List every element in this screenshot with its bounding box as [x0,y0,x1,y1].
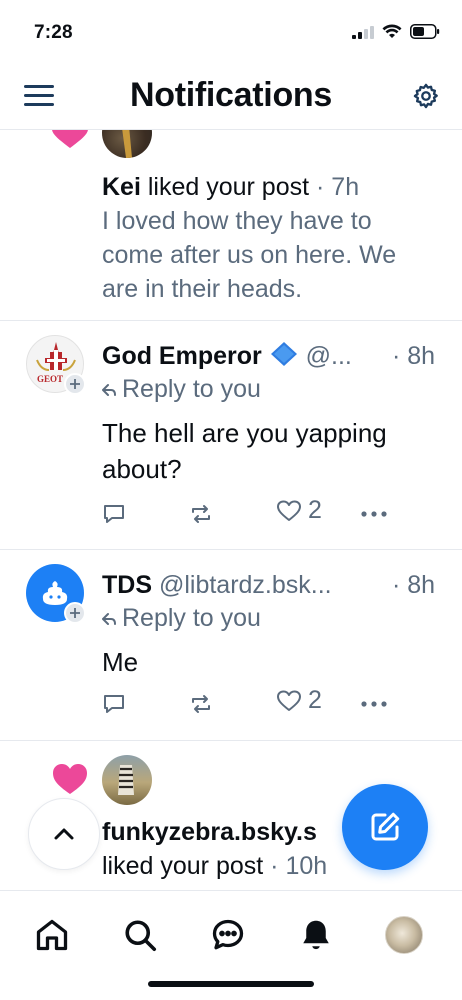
notification-action: liked your post · 10h [102,849,327,883]
heart-icon [53,764,87,794]
repost-button[interactable] [188,692,214,716]
scroll-to-top-button[interactable] [28,798,100,870]
plus-icon [70,608,80,618]
reply-to[interactable]: Reply to you [102,375,261,404]
cellular-signal-icon [352,25,374,39]
post-actions: 2 [0,686,462,722]
nav-home[interactable] [30,913,74,957]
compose-button[interactable] [342,784,428,870]
separator: · [392,342,401,370]
repost-icon [192,695,210,713]
gear-icon [413,83,438,109]
heart-outline-icon [277,500,301,521]
nav-profile[interactable] [382,913,426,957]
comment-icon [104,505,124,523]
action-text: liked your post [102,852,264,880]
user-handle: @libtardz.bsk... [158,571,332,599]
like-button[interactable]: 2 [276,496,322,525]
post-body-line: The hell are you yapping [102,418,387,448]
post-preview[interactable]: I loved how they have to come after us o… [102,204,452,306]
post-body[interactable]: The hell are you yapping about? [102,415,452,487]
like-button[interactable]: 2 [276,686,322,715]
post-actions: 2 [0,496,462,532]
notification-header: God Emperor @... [102,339,442,376]
home-icon [36,919,68,951]
home-indicator [148,981,314,987]
notification-header: Kei liked your post · 7h [102,170,359,204]
notification-item[interactable]: GEOT God Emperor @... · 8h Reply to you … [0,321,462,549]
post-preview-line: come after us on here. We [102,241,397,269]
timestamp-group: · 8h [392,568,435,602]
more-button[interactable] [360,700,388,708]
page-title: Notifications [130,76,332,114]
more-button[interactable] [360,510,388,518]
nav-chat[interactable] [206,913,250,957]
verified-badge-icon [269,341,299,376]
action-text: liked your post [147,173,310,201]
repost-icon [192,505,210,523]
user-name[interactable]: TDS [102,571,152,599]
avatar[interactable] [102,755,152,805]
search-icon [125,920,157,952]
user-name[interactable]: Kei [102,173,141,201]
post-body-line: about? [102,454,182,484]
reply-arrow-icon [102,612,116,625]
follow-badge[interactable] [64,373,86,395]
notification-header: TDS @libtardz.bsk... [102,568,382,602]
separator: · [270,852,279,880]
post-preview-line: I loved how they have to [102,207,372,235]
separator: · [392,571,401,599]
separator: · [316,173,325,201]
post-preview-line: are in their heads. [102,275,303,303]
comment-button[interactable] [102,692,126,716]
status-bar: 7:28 [0,0,462,62]
notification-header: funkyzebra.bsky.s [102,815,352,849]
timestamp: 8h [407,571,436,599]
status-time: 7:28 [34,22,73,43]
chat-icon [212,919,244,950]
reply-to-label: Reply to you [122,604,261,632]
like-count: 2 [308,686,322,714]
comment-button[interactable] [102,502,126,526]
timestamp: 10h [285,852,328,880]
battery-icon [410,24,440,39]
user-name[interactable]: God Emperor [102,342,262,370]
repost-button[interactable] [188,502,214,526]
comment-icon [104,695,124,713]
notification-item[interactable]: Kei liked your post · 7h I loved how the… [0,130,462,320]
chevron-up-icon [54,828,74,840]
avatar-text: GEOT [37,374,64,384]
reply-arrow-icon [102,383,116,396]
like-count: 2 [308,496,322,524]
post-body-line: Me [102,647,139,677]
wifi-icon [382,24,402,38]
nav-notifications[interactable] [294,913,338,957]
user-name[interactable]: funkyzebra.bsky.s [102,818,317,846]
plus-icon [70,379,80,389]
more-icon [361,701,387,707]
timestamp: 7h [331,173,360,201]
reply-to-label: Reply to you [122,375,261,403]
settings-button[interactable] [412,82,442,112]
user-handle: @... [305,342,352,370]
bell-icon [303,920,329,950]
notification-item[interactable]: TDS @libtardz.bsk... · 8h Reply to you M… [0,550,462,740]
status-icons [352,24,440,39]
heart-icon [52,130,88,148]
notification-feed[interactable]: Kei liked your post · 7h I loved how the… [0,130,462,890]
follow-badge[interactable] [64,602,86,624]
header: Notifications [0,62,462,130]
pile-icon [42,581,68,605]
avatar[interactable] [102,130,152,158]
timestamp: 8h [407,342,436,370]
compose-icon [371,812,400,841]
nav-search[interactable] [118,913,162,957]
more-icon [361,511,387,517]
profile-avatar [385,916,423,954]
reply-to[interactable]: Reply to you [102,604,261,633]
post-body[interactable]: Me [102,644,452,680]
timestamp-group: · 8h [392,339,435,373]
heart-outline-icon [277,690,301,711]
